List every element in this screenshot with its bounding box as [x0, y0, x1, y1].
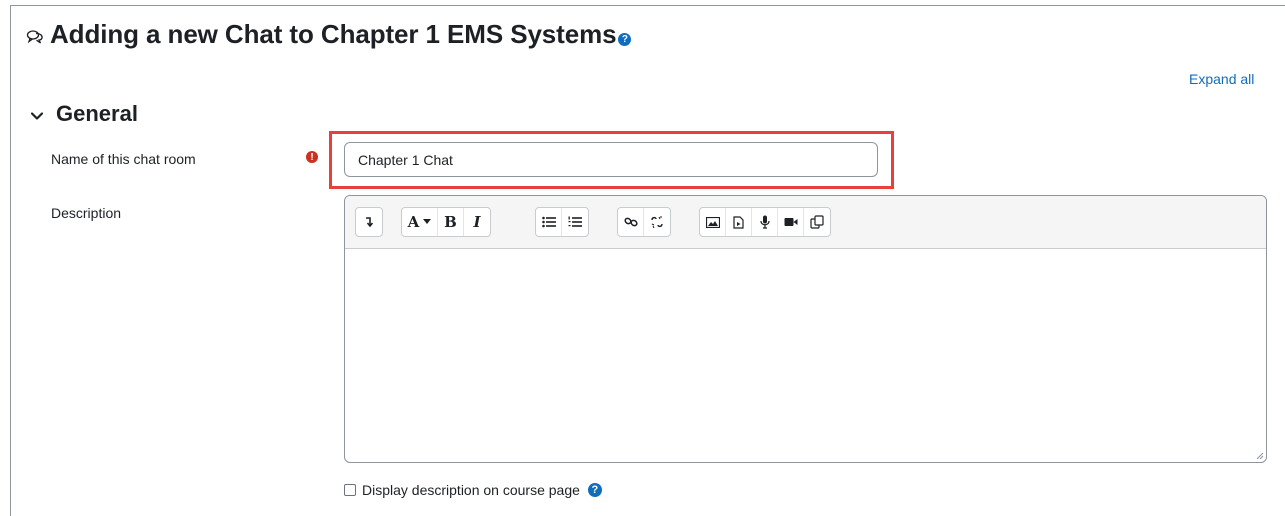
chat-bubbles-icon — [26, 29, 43, 44]
description-editor: A B I — [344, 195, 1267, 463]
display-description-row: Display description on course page ? — [344, 482, 602, 498]
unordered-list-icon[interactable] — [536, 208, 562, 236]
display-description-checkbox[interactable] — [344, 484, 356, 496]
record-audio-icon[interactable] — [752, 208, 778, 236]
toolbar-group-lists — [535, 207, 589, 237]
question-circle-icon[interactable]: ? — [587, 483, 602, 497]
unlink-icon[interactable] — [644, 208, 670, 236]
bold-icon[interactable]: B — [438, 208, 464, 236]
font-style-label: A — [407, 213, 420, 231]
question-circle-icon[interactable]: ? — [618, 33, 632, 46]
italic-icon[interactable]: I — [464, 208, 490, 236]
page-title: Adding a new Chat to Chapter 1 EMS Syste… — [50, 19, 617, 49]
show-more-icon[interactable] — [356, 208, 382, 236]
display-description-label[interactable]: Display description on course page — [362, 482, 580, 498]
expand-all-link[interactable]: Expand all — [1189, 71, 1254, 87]
resize-grip-icon[interactable] — [1254, 450, 1264, 460]
chat-room-name-input[interactable] — [344, 142, 878, 177]
media-icon[interactable] — [726, 208, 752, 236]
manage-files-icon[interactable] — [804, 208, 830, 236]
section-title: General — [56, 101, 138, 126]
name-field-label: Name of this chat room — [51, 151, 196, 167]
description-field-label: Description — [51, 205, 122, 221]
font-style-icon[interactable]: A — [402, 208, 438, 236]
image-icon[interactable] — [700, 208, 726, 236]
editor-toolbar: A B I — [345, 196, 1266, 249]
ordered-list-icon[interactable] — [562, 208, 588, 236]
toolbar-group-media — [699, 207, 831, 237]
link-icon[interactable] — [618, 208, 644, 236]
description-textarea[interactable] — [345, 250, 1266, 462]
record-video-icon[interactable] — [778, 208, 804, 236]
page-heading: Adding a new Chat to Chapter 1 EMS Syste… — [26, 19, 632, 50]
exclamation-circle-icon: ! — [306, 151, 318, 163]
chevron-down-icon — [30, 112, 44, 120]
toolbar-group-toggle — [355, 207, 383, 237]
toolbar-group-links — [617, 207, 671, 237]
section-general-toggle[interactable]: General — [30, 101, 138, 127]
toolbar-group-style: A B I — [401, 207, 491, 237]
